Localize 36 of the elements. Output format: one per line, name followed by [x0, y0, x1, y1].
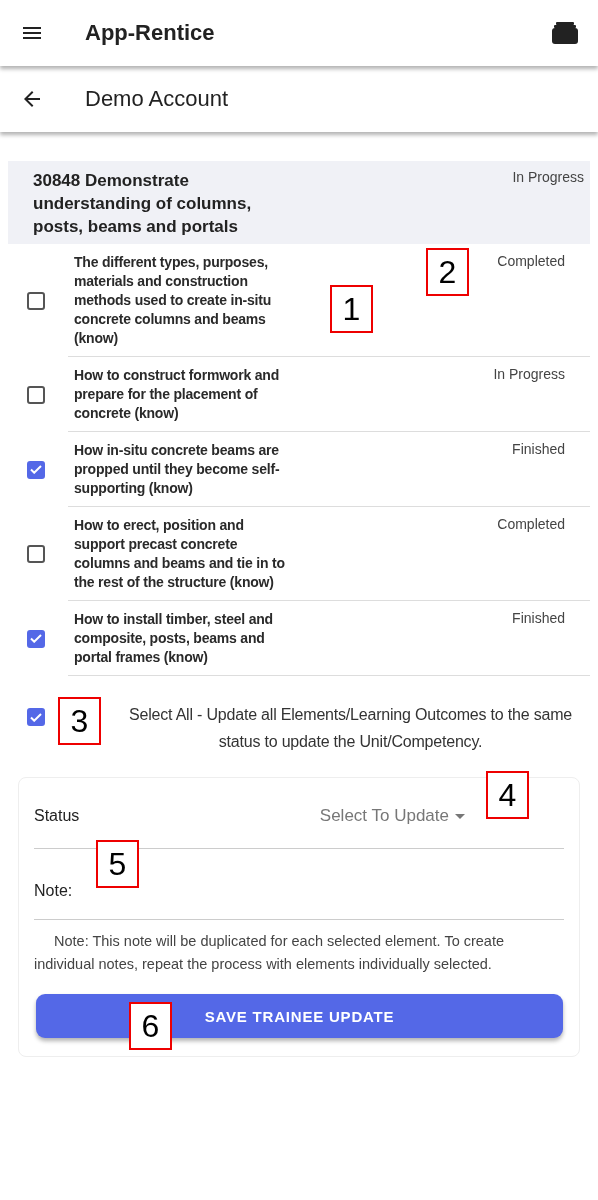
element-text: How to erect, position and support precast concrete columns and beams and tie in to the rest of the structure (know) — [74, 516, 286, 592]
element-checkbox[interactable] — [27, 629, 45, 648]
status-label: Status — [34, 807, 80, 825]
callout-label: 6 — [129, 1002, 172, 1050]
select-all-label: Select All - Update all Elements/Learning Outcomes to the same status to update the Unit/Competency. — [128, 705, 573, 752]
note-hint: Note: This note will be duplicated for each selected element. To create individual notes, repeat the process with elements individually selected. — [34, 932, 506, 974]
element-checkbox[interactable] — [27, 460, 45, 479]
caret-icon — [455, 813, 465, 819]
callout-label: 3 — [58, 697, 101, 745]
element-status: Finished — [512, 441, 565, 459]
element-checkbox[interactable] — [27, 385, 45, 404]
app-title: App-Rentice — [85, 20, 216, 46]
callout-label: 2 — [426, 248, 469, 296]
element-checkbox[interactable] — [27, 291, 45, 310]
callout-label: 4 — [486, 771, 529, 819]
page-title: Demo Account — [85, 86, 229, 112]
note-label: Note: — [34, 882, 73, 900]
element-status: Completed — [497, 516, 565, 534]
element-checkbox[interactable] — [27, 545, 45, 563]
element-text: How to construct formwork and prepare for the placement of concrete (know) — [74, 366, 280, 423]
element-text: The different types, purposes, materials and construction methods used to create in-situ concrete columns and beams (know) — [74, 253, 273, 348]
element-status: In Progress — [493, 366, 565, 384]
element-status: Finished — [512, 610, 565, 628]
checkmark-icon — [30, 634, 42, 643]
checkmark-icon — [30, 465, 42, 474]
callout-label: 1 — [330, 285, 373, 333]
callout-label: 5 — [96, 840, 139, 888]
stack-icon[interactable] — [552, 22, 578, 44]
element-text: How to install timber, steel and composite, posts, beams and portal frames (know) — [74, 610, 274, 667]
unit-title: 30848 Demonstrate understanding of columns, posts, beams and portals — [33, 170, 253, 238]
element-status: Completed — [497, 253, 565, 271]
checkmark-icon — [30, 712, 42, 722]
unit-status: In Progress — [512, 169, 584, 187]
status-dropdown[interactable]: Select To Update — [319, 806, 465, 826]
select-all-checkbox[interactable] — [27, 708, 45, 726]
element-text: How in-situ concrete beams are propped until they become self-supporting (know) — [74, 441, 281, 498]
